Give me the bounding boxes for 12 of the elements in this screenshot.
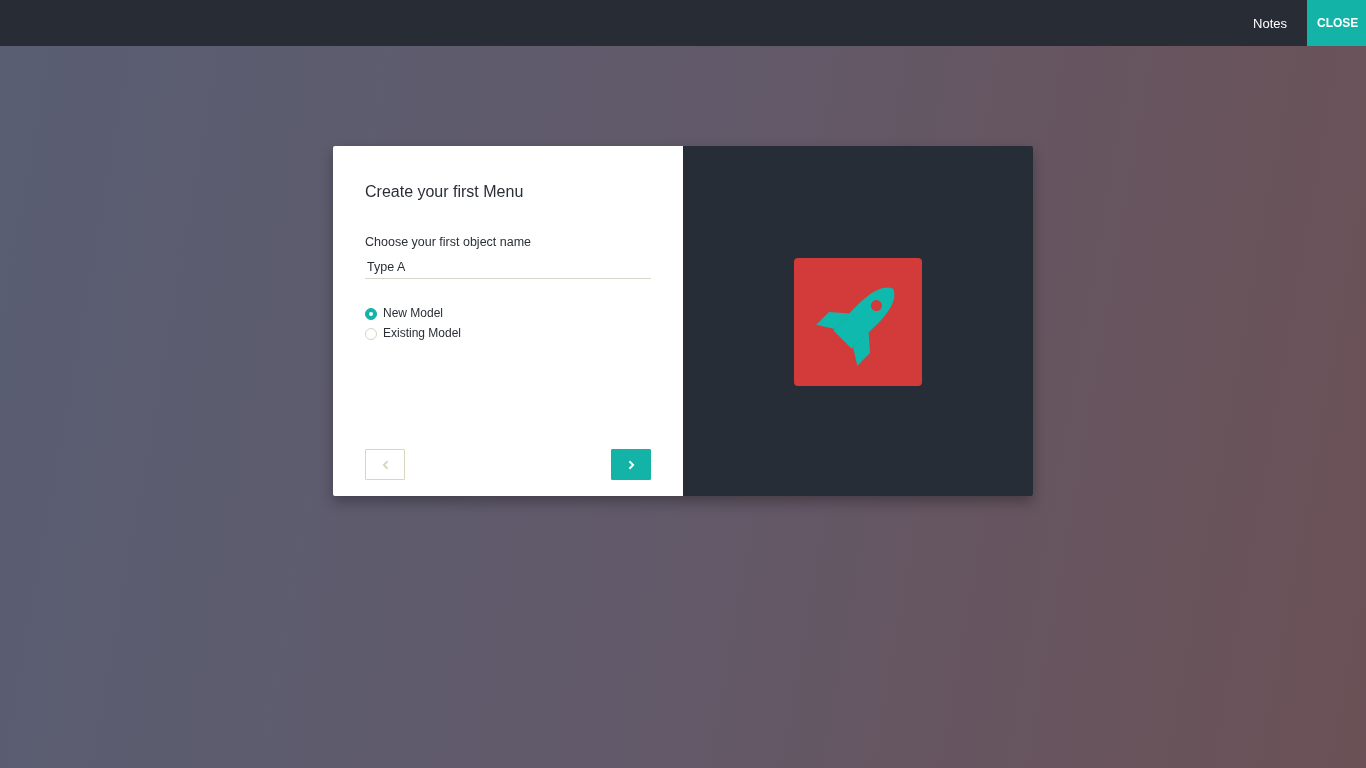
dialog-title: Create your first Menu bbox=[365, 182, 525, 202]
notes-link[interactable]: Notes bbox=[1233, 0, 1307, 46]
radio-label[interactable]: New Model bbox=[383, 306, 444, 321]
rocket-icon bbox=[794, 257, 922, 386]
chevron-left-icon bbox=[381, 459, 389, 470]
chevron-right-icon bbox=[627, 459, 635, 470]
next-button[interactable] bbox=[611, 449, 651, 480]
radio-button[interactable] bbox=[365, 307, 377, 320]
input-field[interactable]: Type A bbox=[365, 259, 651, 279]
field-label: Choose your first object name bbox=[365, 234, 533, 250]
radio-label[interactable]: Existing Model bbox=[383, 326, 462, 341]
radio-button[interactable] bbox=[365, 327, 377, 340]
